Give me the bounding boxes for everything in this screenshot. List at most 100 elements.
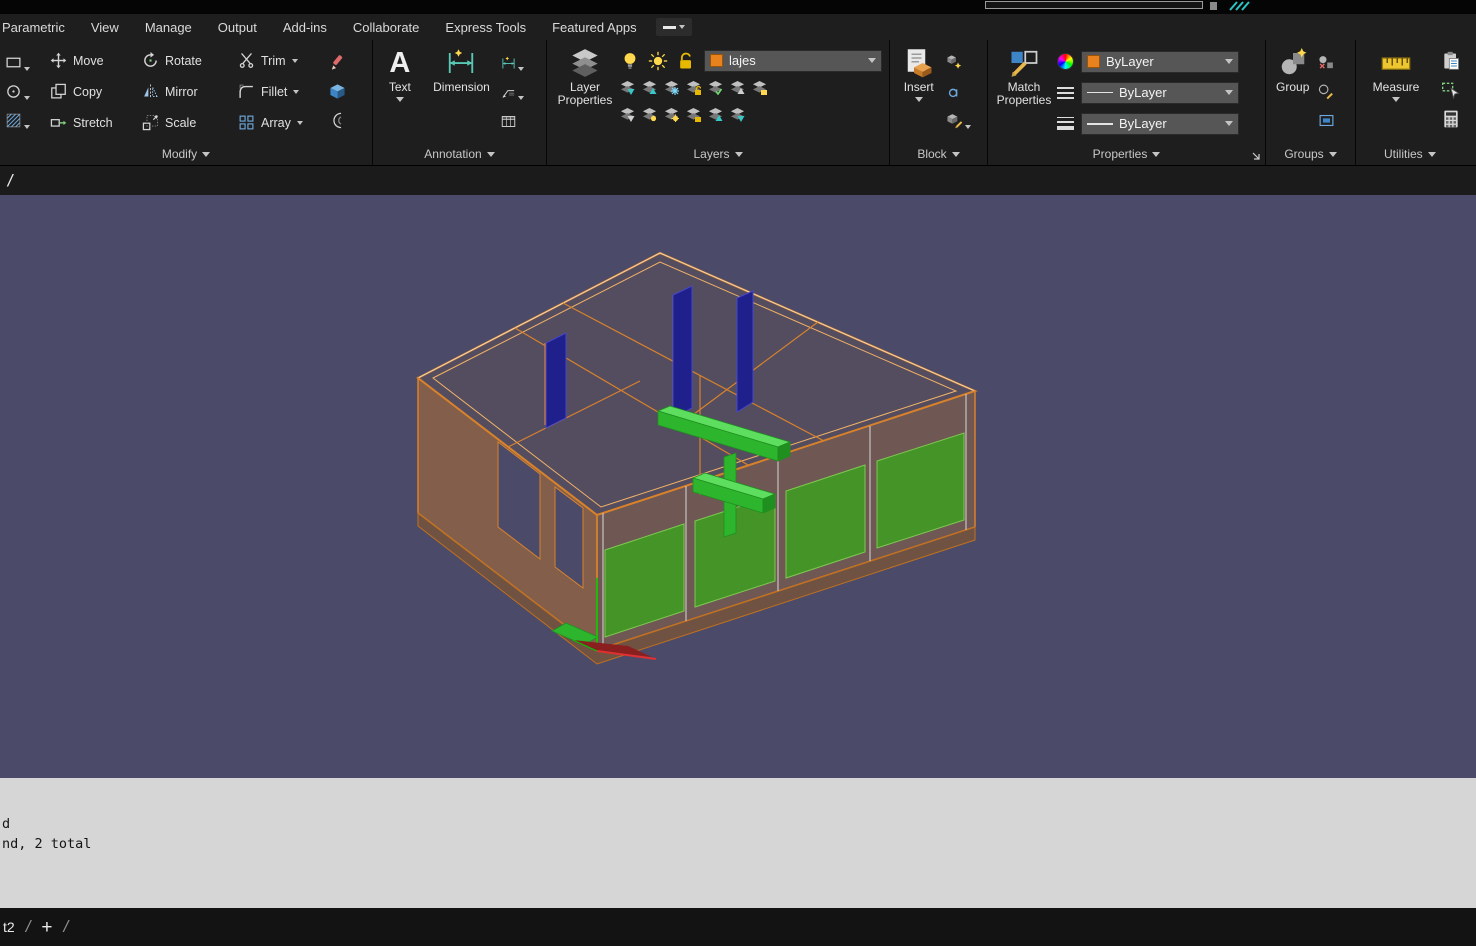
ribbon: Move Rotate Trim Copy Mirror Fillet Stre… xyxy=(0,40,1476,165)
chevron-down-icon xyxy=(1329,152,1337,157)
layer-lock-icon[interactable] xyxy=(686,80,701,95)
ribbon-tab-parametric[interactable]: Parametric xyxy=(0,20,78,35)
viewport-canvas[interactable] xyxy=(0,195,1476,778)
layer-thaw-all-icon[interactable] xyxy=(642,107,657,122)
layer-unisolate-icon[interactable] xyxy=(752,80,767,95)
utilities-panel-title[interactable]: Utilities xyxy=(1356,143,1476,165)
block-editor-button[interactable] xyxy=(946,109,982,129)
linetype-combo[interactable]: ByLayer xyxy=(1081,82,1239,104)
layer-off-icon[interactable] xyxy=(620,80,635,95)
move-button[interactable]: Move xyxy=(47,52,139,69)
linetype-value: ByLayer xyxy=(1119,85,1167,100)
chevron-down-icon xyxy=(293,90,299,94)
measure-button[interactable]: Measure xyxy=(1365,43,1427,143)
measure-ruler-icon xyxy=(1381,48,1411,78)
chevron-down-icon xyxy=(292,59,298,63)
linear-dimension-button[interactable] xyxy=(501,51,541,71)
drawing-viewport[interactable] xyxy=(0,195,1476,778)
ribbon-tab-manage[interactable]: Manage xyxy=(132,20,205,35)
explode-button[interactable] xyxy=(329,80,363,100)
layer-unlock-icon[interactable] xyxy=(676,51,696,71)
layer-states-icon[interactable] xyxy=(730,107,745,122)
chevron-down-icon xyxy=(735,152,743,157)
annotation-panel-title[interactable]: Annotation xyxy=(373,143,546,165)
ribbon-panel-modify: Move Rotate Trim Copy Mirror Fillet Stre… xyxy=(0,40,373,165)
new-drawing-button[interactable]: + xyxy=(41,918,52,937)
group-icon xyxy=(1278,48,1308,78)
insert-button[interactable]: Insert xyxy=(893,43,944,143)
quick-select-button[interactable] xyxy=(1441,80,1471,100)
group-button[interactable]: Group xyxy=(1269,43,1316,143)
layer-properties-icon xyxy=(570,48,600,78)
rotate-button[interactable]: Rotate xyxy=(139,52,235,69)
layer-isolate-icon[interactable] xyxy=(642,80,657,95)
command-echo-text: / xyxy=(6,171,15,189)
ribbon-tab-collaborate[interactable]: Collaborate xyxy=(340,20,433,35)
group-bounding-box-button[interactable] xyxy=(1318,109,1350,129)
lineweight-combo[interactable]: ByLayer xyxy=(1081,113,1239,135)
layer-on-bulb-icon[interactable] xyxy=(620,51,640,71)
match-layer-icon[interactable] xyxy=(730,80,745,95)
layer-freeze-icon[interactable] xyxy=(664,80,679,95)
trim-button[interactable]: Trim xyxy=(235,52,327,69)
array-button[interactable]: Array xyxy=(235,114,327,131)
erase-icon xyxy=(329,54,346,71)
multileader-button[interactable] xyxy=(501,80,541,100)
mirror-icon xyxy=(142,83,159,100)
array-icon xyxy=(238,114,255,131)
ribbon-display-toggle-button[interactable] xyxy=(656,18,692,36)
groups-panel-title[interactable]: Groups xyxy=(1266,143,1355,165)
group-bounding-box-icon xyxy=(1318,112,1335,129)
trim-label: Trim xyxy=(261,54,286,68)
table-button[interactable] xyxy=(501,109,541,129)
ribbon-tab-express-tools[interactable]: Express Tools xyxy=(432,20,539,35)
match-properties-button[interactable]: Match Properties xyxy=(991,43,1057,143)
mirror-button[interactable]: Mirror xyxy=(139,83,235,100)
group-edit-button[interactable] xyxy=(1318,80,1350,100)
object-color-combo[interactable]: ByLayer xyxy=(1081,51,1239,73)
drawing-tab[interactable]: t2 xyxy=(3,919,15,935)
object-color-swatch xyxy=(1087,55,1100,68)
dimension-button[interactable]: Dimension xyxy=(424,43,500,143)
quick-calculator-button[interactable] xyxy=(1441,109,1471,129)
scale-button[interactable]: Scale xyxy=(139,114,235,131)
ribbon-tab-addins[interactable]: Add-ins xyxy=(270,20,340,35)
command-line-panel[interactable]: d nd, 2 total xyxy=(0,778,1476,908)
paste-button[interactable] xyxy=(1441,51,1471,71)
block-panel-title[interactable]: Block xyxy=(890,143,987,165)
properties-dialog-launcher-icon[interactable] xyxy=(1251,151,1261,161)
create-block-button[interactable] xyxy=(946,51,982,71)
ribbon-tab-featured-apps[interactable]: Featured Apps xyxy=(539,20,650,35)
edit-spline-button[interactable] xyxy=(5,80,45,100)
explode-icon xyxy=(329,83,346,100)
copy-button[interactable]: Copy xyxy=(47,83,139,100)
ribbon-tab-output[interactable]: Output xyxy=(205,20,270,35)
layer-properties-button[interactable]: Layer Properties xyxy=(550,43,620,143)
layer-combo[interactable]: lajes xyxy=(704,50,882,72)
turn-all-layers-on-icon[interactable] xyxy=(664,107,679,122)
layer-unlock-all-icon[interactable] xyxy=(686,107,701,122)
layer-previous-icon[interactable] xyxy=(708,107,723,122)
modify-panel-title[interactable]: Modify xyxy=(0,143,372,165)
chevron-down-icon xyxy=(297,121,303,125)
properties-panel-title[interactable]: Properties xyxy=(988,143,1265,165)
ungroup-button[interactable] xyxy=(1318,51,1350,71)
define-attribute-button[interactable] xyxy=(946,80,982,100)
quick-select-icon xyxy=(1441,80,1461,100)
edit-polyline-button[interactable] xyxy=(5,51,45,71)
offset-button[interactable] xyxy=(329,109,363,129)
layer-freeze-sun-icon[interactable] xyxy=(648,51,668,71)
ribbon-tab-view[interactable]: View xyxy=(78,20,132,35)
layers-panel-title[interactable]: Layers xyxy=(547,143,889,165)
text-button[interactable]: A Text xyxy=(376,43,424,143)
stretch-button[interactable]: Stretch xyxy=(47,114,139,131)
titlebar-teal-icon xyxy=(1228,0,1254,12)
erase-button[interactable] xyxy=(329,51,363,71)
edit-hatch-button[interactable] xyxy=(5,109,45,129)
layer-walk-icon[interactable] xyxy=(620,107,635,122)
dimension-label: Dimension xyxy=(433,81,490,94)
fillet-button[interactable]: Fillet xyxy=(235,83,327,100)
array-label: Array xyxy=(261,116,291,130)
chevron-down-icon xyxy=(1225,90,1233,95)
make-object-layer-current-icon[interactable] xyxy=(708,80,723,95)
